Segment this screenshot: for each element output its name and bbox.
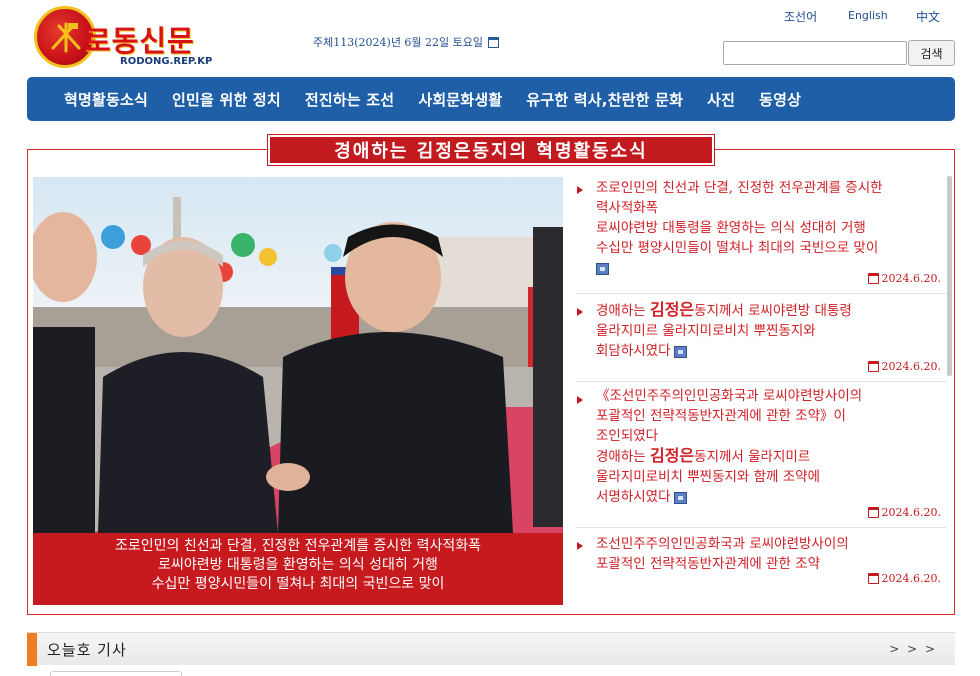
feature-banner[interactable]: 경애하는 김정은동지의 혁명활동소식 [268, 135, 714, 165]
lang-chinese-link[interactable]: 中文 [916, 8, 940, 25]
today-tab[interactable] [50, 671, 182, 676]
list-item[interactable]: 경애하는 김정은동지께서 로씨야련방 대통령 울라지미르 울라지미로비치 뿌찐동… [576, 294, 946, 382]
nav-item-revolutionary-activities[interactable]: 혁명활동소식 [64, 89, 148, 110]
calendar-icon [867, 273, 879, 284]
photo-icon [596, 262, 609, 275]
article-date-text: 2024.6.20. [881, 272, 941, 285]
search-input[interactable] [723, 41, 907, 65]
photo-icon [673, 491, 687, 504]
article-line: 조인되였다 [596, 428, 659, 444]
nav-item-advancing-korea[interactable]: 전진하는 조선 [305, 89, 394, 110]
current-date: 주체113(2024)년 6월 22일 토요일 [313, 34, 500, 50]
feature-caption[interactable]: 조로인민의 친선과 단결, 진정한 전우관계를 증시한 력사적화폭 로씨야련방 … [33, 533, 563, 605]
article-date-text: 2024.6.20. [881, 360, 941, 373]
article-line: 회담하시였다 [596, 341, 941, 361]
nav-item-social-cultural-life[interactable]: 사회문화생활 [418, 89, 502, 110]
article-line: 력사적화폭 [596, 200, 659, 216]
feature-photo-illustration [33, 197, 563, 533]
article-title[interactable]: 조로인민의 친선과 단결, 진정한 전우관계를 증시한 력사적화폭 로씨야련방 … [596, 178, 941, 278]
lang-english-link[interactable]: English [848, 9, 888, 22]
caption-line-2: 로씨야련방 대통령을 환영하는 의식 성대히 거행 [158, 557, 438, 573]
logo-title: 로동신문 [84, 24, 195, 58]
article-line: 포괄적인 전략적동반자관계에 관한 조약》이 [596, 408, 846, 424]
photo-icon [673, 345, 687, 358]
article-list-scrollbar[interactable] [947, 176, 952, 376]
nav-item-politics-for-people[interactable]: 인민을 위한 정치 [172, 89, 281, 110]
more-link[interactable]: > > > [889, 642, 937, 656]
article-date: 2024.6.20. [867, 506, 941, 519]
article-line: 포괄적인 전략적동반자관계에 관한 조약 [596, 556, 821, 572]
caption-line-3: 수십만 평양시민들이 떨쳐나 최대의 국빈으로 맞이 [151, 576, 445, 592]
lang-korean-link[interactable]: 조선어 [784, 8, 817, 25]
date-text: 주체113(2024)년 6월 22일 토요일 [313, 36, 484, 49]
nav-item-photos[interactable]: 사진 [707, 89, 735, 110]
article-line: 수십만 평양시민들이 떨쳐나 최대의 국빈으로 맞이 [596, 240, 879, 256]
article-line: 《조선민주주의인민공화국과 로씨야련방사이의 [596, 388, 863, 404]
article-date: 2024.6.20. [867, 272, 941, 285]
article-date-text: 2024.6.20. [881, 506, 941, 519]
today-title: 오늘호 기사 [47, 641, 127, 659]
nav-item-history-culture[interactable]: 유구한 력사,찬란한 문화 [526, 89, 683, 110]
article-date-text: 2024.6.20. [881, 572, 941, 585]
article-date: 2024.6.20. [867, 360, 941, 373]
article-line: 경애하는 김정은동지께서 울라지미르 [596, 446, 811, 465]
arrow-bullet-icon [577, 186, 583, 194]
article-line: 울라지미로비치 뿌찐동지와 함께 조약에 [596, 469, 821, 485]
main-nav: 혁명활동소식 인민을 위한 정치 전진하는 조선 사회문화생활 유구한 력사,찬… [27, 77, 955, 121]
article-title[interactable]: 경애하는 김정은동지께서 로씨야련방 대통령 울라지미르 울라지미로비치 뿌찐동… [596, 300, 941, 361]
article-line: 울라지미르 울라지미로비치 뿌찐동지와 [596, 323, 816, 339]
article-date: 2024.6.20. [867, 572, 941, 585]
caption-line-1: 조로인민의 친선과 단결, 진정한 전우관계를 증시한 력사적화폭 [114, 538, 482, 554]
calendar-icon [867, 361, 879, 372]
calendar-icon [867, 507, 879, 518]
article-line: 조선민주주의인민공화국과 로씨야련방사이의 [596, 536, 849, 552]
logo-url: RODONG.REP.KP [120, 56, 213, 67]
article-line: 경애하는 김정은동지께서 로씨야련방 대통령 [596, 300, 852, 319]
list-item[interactable]: 조로인민의 친선과 단결, 진정한 전우관계를 증시한 력사적화폭 로씨야련방 … [576, 172, 946, 294]
article-line: 로씨야련방 대통령을 환영하는 의식 성대히 거행 [596, 220, 866, 236]
calendar-icon [867, 573, 879, 584]
list-item[interactable]: 조선민주주의인민공화국과 로씨야련방사이의 포괄적인 전략적동반자관계에 관한 … [576, 528, 946, 598]
site-logo[interactable]: 로동신문 RODONG.REP.KP [34, 6, 212, 70]
nav-item-videos[interactable]: 동영상 [759, 89, 801, 110]
calendar-icon[interactable] [488, 36, 500, 48]
article-line: 조로인민의 친선과 단결, 진정한 전우관계를 증시한 [596, 180, 883, 196]
feature-photo[interactable] [33, 177, 563, 533]
article-title[interactable]: 《조선민주주의인민공화국과 로씨야련방사이의 포괄적인 전략적동반자관계에 관한… [596, 386, 941, 507]
search-button[interactable]: 검색 [908, 40, 955, 66]
article-list: 조로인민의 친선과 단결, 진정한 전우관계를 증시한 력사적화폭 로씨야련방 … [576, 172, 946, 612]
arrow-bullet-icon [577, 308, 583, 316]
arrow-bullet-icon [577, 542, 583, 550]
today-articles-header: 오늘호 기사 > > > [27, 632, 955, 666]
section-accent-bar [27, 633, 37, 666]
list-item[interactable]: 《조선민주주의인민공화국과 로씨야련방사이의 포괄적인 전략적동반자관계에 관한… [576, 382, 946, 528]
arrow-bullet-icon [577, 396, 583, 404]
article-title[interactable]: 조선민주주의인민공화국과 로씨야련방사이의 포괄적인 전략적동반자관계에 관한 … [596, 534, 941, 574]
article-line: 서명하시였다 [596, 487, 941, 507]
